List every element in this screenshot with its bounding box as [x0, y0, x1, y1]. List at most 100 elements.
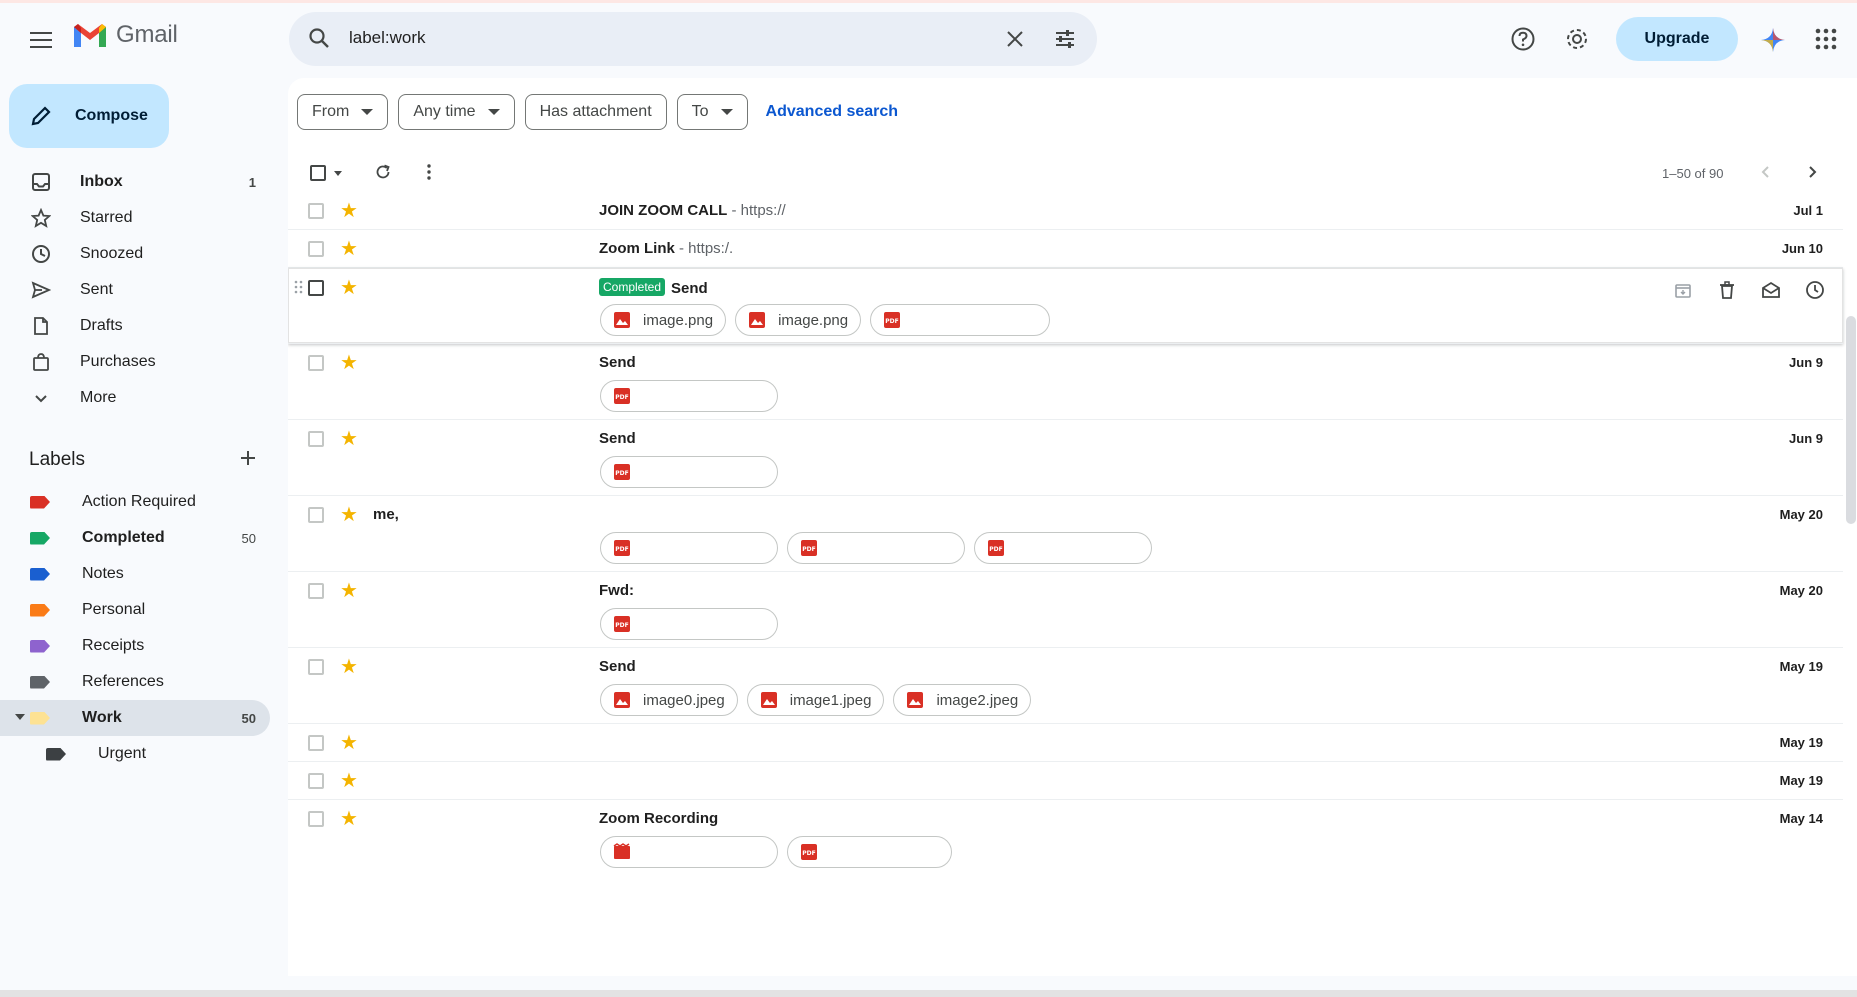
row-checkbox[interactable] [308, 659, 324, 675]
upgrade-button[interactable]: Upgrade [1616, 17, 1738, 61]
label-item-references[interactable]: References [0, 664, 270, 700]
sidebar-item-starred[interactable]: Starred [0, 200, 270, 236]
search-input[interactable]: label:work [349, 28, 426, 48]
email-row[interactable]: ★ Send Jun 9 PDF [288, 344, 1843, 420]
email-row[interactable]: ★ Completed Send image.png image.png PDF [288, 268, 1843, 344]
attachment-chip[interactable]: image1.jpeg [746, 684, 885, 716]
attachment-chip[interactable]: PDF [974, 532, 1152, 564]
row-checkbox[interactable] [308, 241, 324, 257]
google-apps-icon[interactable] [1815, 28, 1837, 53]
attachment-chip[interactable]: PDF [600, 532, 778, 564]
sidebar-item-snoozed[interactable]: Snoozed [0, 236, 270, 272]
row-checkbox[interactable] [308, 280, 324, 296]
row-checkbox[interactable] [308, 735, 324, 751]
star-icon[interactable]: ★ [340, 505, 358, 525]
row-checkbox[interactable] [308, 355, 324, 371]
label-item-completed[interactable]: Completed 50 [0, 520, 270, 556]
attachment-chip[interactable]: PDF [600, 380, 778, 412]
mark-as-read-icon[interactable] [1761, 280, 1781, 303]
email-row[interactable]: ★ Zoom Link - https:/. Jun 10 [288, 230, 1843, 268]
star-icon[interactable]: ★ [340, 429, 358, 449]
subject-text: Send [599, 354, 636, 371]
sidebar-item-sent[interactable]: Sent [0, 272, 270, 308]
email-row[interactable]: ★ Fwd: May 20 PDF [288, 572, 1843, 648]
email-row[interactable]: ★ Send May 19 image0.jpeg image1.jpeg im… [288, 648, 1843, 724]
attachment-chip[interactable]: image2.jpeg [893, 684, 1032, 716]
attachment-chip[interactable]: PDF [600, 608, 778, 640]
attachment-chip[interactable]: PDF [787, 836, 952, 868]
attachment-chip[interactable]: image.png [600, 304, 727, 336]
gmail-logo[interactable]: Gmail [72, 21, 178, 49]
row-checkbox[interactable] [308, 431, 324, 447]
snooze-icon[interactable] [1805, 280, 1825, 303]
label-item-work[interactable]: Work 50 [0, 700, 270, 736]
advanced-search-link[interactable]: Advanced search [766, 103, 899, 121]
email-row[interactable]: ★ Send Jun 9 PDF [288, 420, 1843, 496]
search-options-icon[interactable] [1053, 27, 1077, 54]
email-row[interactable]: ★ Zoom Recording May 14 PDF [288, 800, 1843, 876]
star-icon[interactable]: ★ [340, 771, 358, 791]
archive-icon[interactable] [1673, 280, 1693, 303]
star-icon[interactable]: ★ [340, 201, 358, 221]
from-filter-chip[interactable]: From [297, 94, 389, 130]
search-bar[interactable]: label:work [289, 12, 1097, 66]
label-item-urgent[interactable]: Urgent [0, 736, 270, 772]
more-options-icon[interactable] [420, 163, 438, 184]
gemini-icon[interactable] [1760, 27, 1786, 56]
sidebar-item-more[interactable]: More [0, 380, 270, 416]
attachment-chip[interactable]: PDF [870, 304, 1051, 336]
sidebar-item-drafts[interactable]: Drafts [0, 308, 270, 344]
select-dropdown-icon[interactable] [334, 170, 342, 176]
expand-caret-icon[interactable] [15, 714, 25, 720]
settings-gear-icon[interactable] [1564, 26, 1590, 55]
email-row[interactable]: ★ JOIN ZOOM CALL - https:// Jul 1 [288, 192, 1843, 230]
add-label-icon[interactable] [238, 448, 258, 471]
refresh-icon[interactable] [374, 163, 392, 184]
star-icon[interactable]: ★ [340, 657, 358, 677]
scrollbar-thumb[interactable] [1846, 316, 1856, 524]
row-checkbox[interactable] [308, 583, 324, 599]
star-icon[interactable]: ★ [340, 581, 358, 601]
star-icon[interactable]: ★ [340, 278, 358, 298]
email-date: May 14 [1779, 811, 1823, 826]
attachment-chip[interactable]: PDF [787, 532, 965, 564]
help-icon[interactable] [1510, 26, 1536, 55]
sidebar-item-inbox[interactable]: Inbox 1 [0, 164, 270, 200]
time-filter-chip[interactable]: Any time [398, 94, 515, 130]
row-checkbox[interactable] [308, 507, 324, 523]
attachment-chip[interactable]: image.png [735, 304, 862, 336]
star-icon[interactable]: ★ [340, 353, 358, 373]
select-all[interactable] [310, 165, 342, 181]
attachment-chip[interactable]: image0.jpeg [600, 684, 738, 716]
sidebar-item-purchases[interactable]: Purchases [0, 344, 270, 380]
label-item-personal[interactable]: Personal [0, 592, 270, 628]
star-icon[interactable]: ★ [340, 809, 358, 829]
previous-page-icon[interactable] [1758, 164, 1774, 183]
label-item-action-required[interactable]: Action Required [0, 484, 270, 520]
email-row[interactable]: ★ May 19 [288, 724, 1843, 762]
email-row[interactable]: ★ May 19 [288, 762, 1843, 800]
next-page-icon[interactable] [1804, 164, 1820, 183]
label-item-notes[interactable]: Notes [0, 556, 270, 592]
attachment-filter-chip[interactable]: Has attachment [524, 94, 667, 130]
row-checkbox[interactable] [308, 203, 324, 219]
label-count: 50 [241, 530, 256, 546]
svg-text:PDF: PDF [802, 546, 815, 553]
row-checkbox[interactable] [308, 811, 324, 827]
to-filter-chip[interactable]: To [676, 94, 748, 130]
attachment-chip[interactable] [600, 836, 778, 868]
search-icon[interactable] [307, 26, 331, 53]
attachment-chip[interactable]: PDF [600, 456, 778, 488]
label-item-receipts[interactable]: Receipts [0, 628, 270, 664]
star-icon[interactable]: ★ [340, 239, 358, 259]
select-all-checkbox[interactable] [310, 165, 326, 181]
main-menu-icon[interactable] [24, 23, 58, 57]
delete-icon[interactable] [1717, 280, 1737, 303]
drag-handle-icon[interactable] [294, 280, 304, 297]
row-checkbox[interactable] [308, 773, 324, 789]
star-icon[interactable]: ★ [340, 733, 358, 753]
completed-label-badge[interactable]: Completed [599, 278, 666, 296]
clear-search-icon[interactable] [1003, 27, 1027, 54]
email-row[interactable]: ★ me, May 20 PDF PDF PDF [288, 496, 1843, 572]
compose-button[interactable]: Compose [9, 84, 169, 148]
